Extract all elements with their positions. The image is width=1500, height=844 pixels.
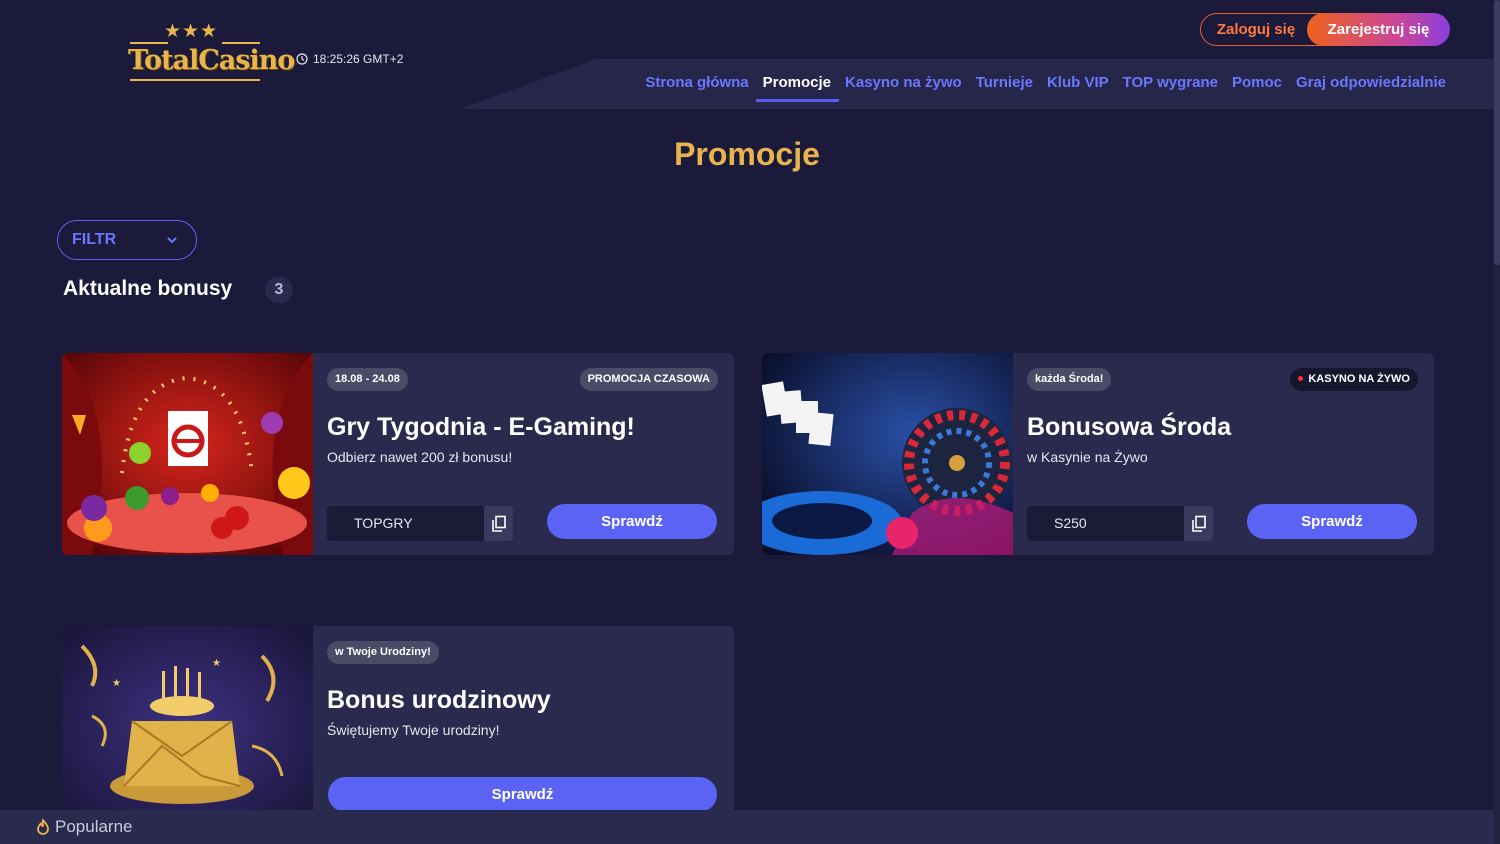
total-casino-logo[interactable]: ★★★ TotalCasino [126,21,295,84]
promo-subtitle: Świętujemy Twoje urodziny! [327,722,500,738]
nav-responsible-gaming[interactable]: Graj odpowiedzialnie [1296,74,1446,100]
promo-title: Bonus urodzinowy [327,686,551,714]
promo-title: Bonusowa Środa [1027,413,1232,441]
svg-text:★: ★ [112,678,121,689]
section-title: Aktualne bonusy [63,277,233,300]
promo-title: Gry Tygodnia - E-Gaming! [327,413,635,441]
check-promo-button[interactable]: Sprawdź [328,777,717,812]
nav-promotions[interactable]: Promocje [755,74,840,102]
copy-icon [491,515,506,532]
promo-image-live-casino[interactable] [762,353,1013,555]
nav-help[interactable]: Pomoc [1232,74,1282,100]
promo-card: 18.08 - 24.08 PROMOCJA CZASOWA Gry Tygod… [62,353,734,555]
scrollbar-thumb[interactable] [1494,0,1500,265]
nav-top-wins[interactable]: TOP wygrane [1123,74,1218,100]
flame-icon [37,819,49,835]
filter-label: FILTR [72,231,117,248]
copy-code-button[interactable] [484,506,513,541]
promo-subtitle: Odbierz nawet 200 zł bonusu! [327,449,513,465]
promo-date-tag: każda Środa! [1027,368,1112,391]
page-scrollbar[interactable] [1494,0,1500,844]
promo-date-tag: w Twoje Urodziny! [327,641,439,664]
page-title: Promocje [674,136,820,172]
promo-type-tag: PROMOCJA CZASOWA [579,368,718,391]
clock-icon [296,53,308,65]
filter-dropdown[interactable]: FILTR [57,220,197,260]
check-promo-button[interactable]: Sprawdź [1247,504,1417,539]
stars-icon: ★★★ [164,21,219,42]
server-clock: 18:25:26 GMT+2 [296,52,403,66]
bonus-count-badge: 3 [265,277,293,303]
clock-time: 18:25:26 GMT+2 [313,52,404,66]
main-nav: Strona główna Promocje Kasyno na żywo Tu… [645,74,1446,102]
login-button[interactable]: Zaloguj się [1201,14,1311,45]
nav-tournaments[interactable]: Turnieje [976,74,1033,100]
live-casino-tag: KASYNO NA ŻYWO [1290,368,1418,391]
svg-text:★: ★ [212,658,221,669]
copy-code-button[interactable] [1184,506,1213,541]
site-header: ★★★ TotalCasino 18:25:26 GMT+2 Strona gł… [0,0,1500,110]
nav-vip-club[interactable]: Klub VIP [1047,74,1109,100]
promo-image-egaming[interactable] [62,353,313,555]
logo-wordmark: TotalCasino [128,45,295,76]
register-button[interactable]: Zarejestruj się [1307,13,1450,46]
copy-icon [1191,515,1206,532]
nav-home[interactable]: Strona główna [645,74,748,100]
promo-subtitle: w Kasynie na Żywo [1027,449,1148,465]
popular-bar[interactable]: Popularne [0,810,1494,844]
popular-label: Popularne [55,817,133,836]
auth-buttons: Zaloguj się Zarejestruj się [1200,13,1450,46]
promo-image-birthday[interactable]: ★ ★ [62,626,313,826]
promo-card: ★ ★ w Twoje Urodziny! Bonus urodzinowy Ś… [62,626,734,826]
promo-date-tag: 18.08 - 24.08 [327,368,408,391]
chevron-down-icon [167,237,177,244]
promo-card: każda Środa! KASYNO NA ŻYWO Bonusowa Śro… [762,353,1434,555]
live-dot-icon [1298,376,1304,381]
nav-live-casino[interactable]: Kasyno na żywo [845,74,962,100]
check-promo-button[interactable]: Sprawdź [547,504,717,539]
